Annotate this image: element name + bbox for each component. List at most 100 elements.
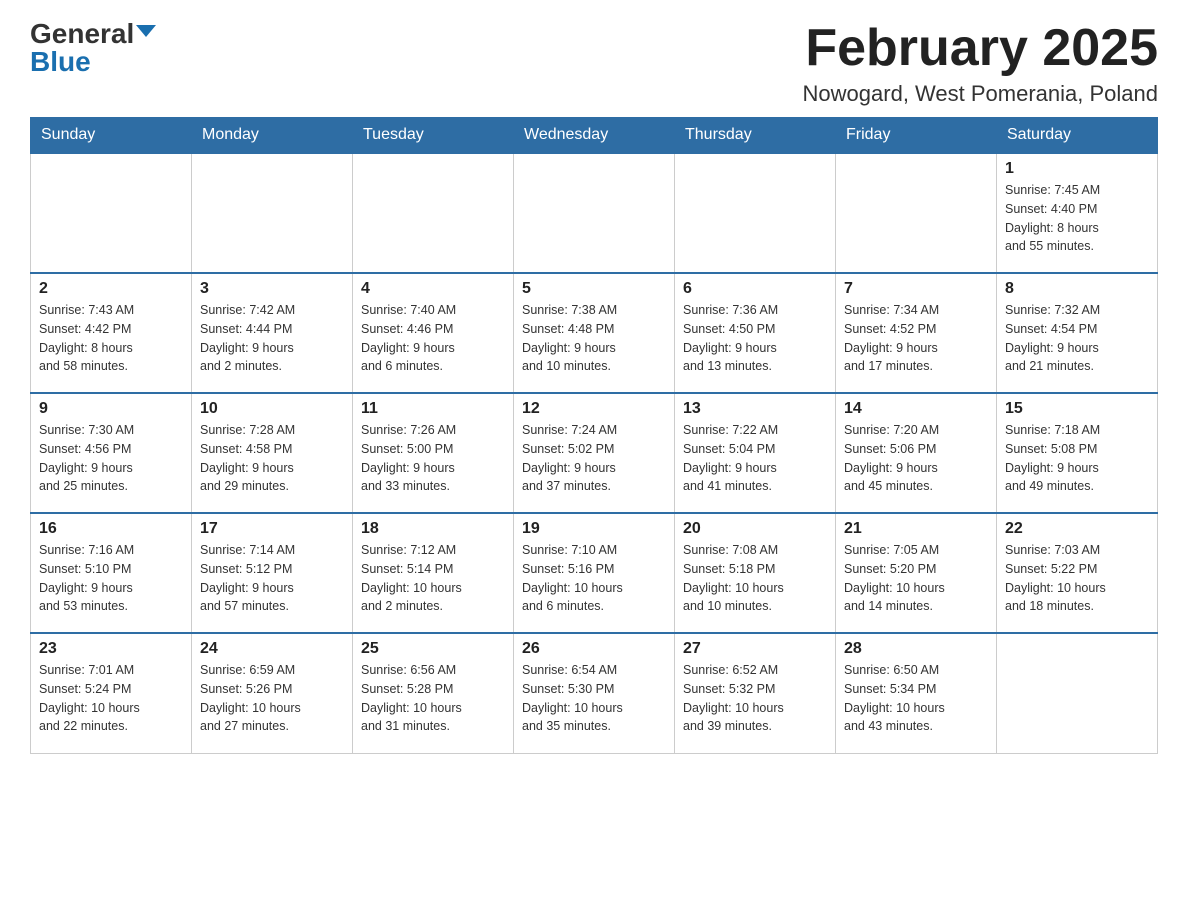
weekday-header-tuesday: Tuesday bbox=[353, 118, 514, 154]
day-number: 21 bbox=[844, 520, 988, 538]
weekday-header-friday: Friday bbox=[836, 118, 997, 154]
calendar-cell bbox=[514, 153, 675, 273]
calendar-cell: 25 Sunrise: 6:56 AMSunset: 5:28 PMDayligh… bbox=[353, 633, 514, 753]
day-info: Sunrise: 6:52 AMSunset: 5:32 PMDaylight:… bbox=[683, 661, 827, 736]
calendar-week-row: 23 Sunrise: 7:01 AMSunset: 5:24 PMDayligh… bbox=[31, 633, 1158, 753]
day-number: 3 bbox=[200, 280, 344, 298]
day-info: Sunrise: 7:10 AMSunset: 5:16 PMDaylight:… bbox=[522, 541, 666, 616]
day-info: Sunrise: 7:43 AMSunset: 4:42 PMDaylight:… bbox=[39, 301, 183, 376]
weekday-header-thursday: Thursday bbox=[675, 118, 836, 154]
calendar-cell: 1 Sunrise: 7:45 AMSunset: 4:40 PMDaylight… bbox=[997, 153, 1158, 273]
calendar-cell: 22 Sunrise: 7:03 AMSunset: 5:22 PMDayligh… bbox=[997, 513, 1158, 633]
calendar-cell bbox=[31, 153, 192, 273]
day-number: 28 bbox=[844, 640, 988, 658]
logo: General Blue bbox=[30, 20, 156, 76]
day-info: Sunrise: 6:59 AMSunset: 5:26 PMDaylight:… bbox=[200, 661, 344, 736]
calendar-cell: 9Sunrise: 7:30 AMSunset: 4:56 PMDaylight… bbox=[31, 393, 192, 513]
calendar-cell: 27 Sunrise: 6:52 AMSunset: 5:32 PMDayligh… bbox=[675, 633, 836, 753]
calendar-cell bbox=[997, 633, 1158, 753]
day-number: 2 bbox=[39, 280, 183, 298]
month-title: February 2025 bbox=[803, 20, 1158, 77]
day-info: Sunrise: 7:40 AMSunset: 4:46 PMDaylight:… bbox=[361, 301, 505, 376]
day-info: Sunrise: 7:16 AMSunset: 5:10 PMDaylight:… bbox=[39, 541, 183, 616]
day-info: Sunrise: 7:22 AMSunset: 5:04 PMDaylight:… bbox=[683, 421, 827, 496]
calendar-cell: 12 Sunrise: 7:24 AMSunset: 5:02 PMDayligh… bbox=[514, 393, 675, 513]
calendar-week-row: 1 Sunrise: 7:45 AMSunset: 4:40 PMDaylight… bbox=[31, 153, 1158, 273]
day-info: Sunrise: 7:20 AMSunset: 5:06 PMDaylight:… bbox=[844, 421, 988, 496]
weekday-header-sunday: Sunday bbox=[31, 118, 192, 154]
calendar-cell: 16 Sunrise: 7:16 AMSunset: 5:10 PMDayligh… bbox=[31, 513, 192, 633]
location-text: Nowogard, West Pomerania, Poland bbox=[803, 81, 1158, 107]
day-info: Sunrise: 7:36 AMSunset: 4:50 PMDaylight:… bbox=[683, 301, 827, 376]
day-number: 15 bbox=[1005, 400, 1149, 418]
day-info: Sunrise: 7:24 AMSunset: 5:02 PMDaylight:… bbox=[522, 421, 666, 496]
calendar-table: SundayMondayTuesdayWednesdayThursdayFrid… bbox=[30, 117, 1158, 754]
calendar-cell: 28 Sunrise: 6:50 AMSunset: 5:34 PMDayligh… bbox=[836, 633, 997, 753]
day-number: 5 bbox=[522, 280, 666, 298]
day-number: 22 bbox=[1005, 520, 1149, 538]
day-info: Sunrise: 7:12 AMSunset: 5:14 PMDaylight:… bbox=[361, 541, 505, 616]
calendar-cell: 21 Sunrise: 7:05 AMSunset: 5:20 PMDayligh… bbox=[836, 513, 997, 633]
day-info: Sunrise: 7:18 AMSunset: 5:08 PMDaylight:… bbox=[1005, 421, 1149, 496]
day-info: Sunrise: 7:05 AMSunset: 5:20 PMDaylight:… bbox=[844, 541, 988, 616]
day-number: 16 bbox=[39, 520, 183, 538]
logo-blue-text: Blue bbox=[30, 48, 91, 76]
calendar-cell: 7Sunrise: 7:34 AMSunset: 4:52 PMDaylight… bbox=[836, 273, 997, 393]
day-number: 26 bbox=[522, 640, 666, 658]
day-number: 1 bbox=[1005, 160, 1149, 178]
day-info: Sunrise: 7:28 AMSunset: 4:58 PMDaylight:… bbox=[200, 421, 344, 496]
calendar-body: 1 Sunrise: 7:45 AMSunset: 4:40 PMDaylight… bbox=[31, 153, 1158, 753]
day-number: 8 bbox=[1005, 280, 1149, 298]
day-number: 10 bbox=[200, 400, 344, 418]
calendar-cell: 24 Sunrise: 6:59 AMSunset: 5:26 PMDayligh… bbox=[192, 633, 353, 753]
calendar-cell: 4 Sunrise: 7:40 AMSunset: 4:46 PMDaylight… bbox=[353, 273, 514, 393]
day-info: Sunrise: 7:03 AMSunset: 5:22 PMDaylight:… bbox=[1005, 541, 1149, 616]
calendar-week-row: 9Sunrise: 7:30 AMSunset: 4:56 PMDaylight… bbox=[31, 393, 1158, 513]
weekday-header-wednesday: Wednesday bbox=[514, 118, 675, 154]
weekday-header-monday: Monday bbox=[192, 118, 353, 154]
calendar-cell: 11 Sunrise: 7:26 AMSunset: 5:00 PMDayligh… bbox=[353, 393, 514, 513]
title-block: February 2025 Nowogard, West Pomerania, … bbox=[803, 20, 1158, 107]
logo-arrow-icon bbox=[136, 25, 156, 37]
day-info: Sunrise: 6:56 AMSunset: 5:28 PMDaylight:… bbox=[361, 661, 505, 736]
calendar-cell: 17Sunrise: 7:14 AMSunset: 5:12 PMDayligh… bbox=[192, 513, 353, 633]
day-info: Sunrise: 7:32 AMSunset: 4:54 PMDaylight:… bbox=[1005, 301, 1149, 376]
calendar-cell: 3 Sunrise: 7:42 AMSunset: 4:44 PMDaylight… bbox=[192, 273, 353, 393]
day-number: 14 bbox=[844, 400, 988, 418]
day-info: Sunrise: 7:38 AMSunset: 4:48 PMDaylight:… bbox=[522, 301, 666, 376]
day-number: 23 bbox=[39, 640, 183, 658]
day-info: Sunrise: 7:42 AMSunset: 4:44 PMDaylight:… bbox=[200, 301, 344, 376]
day-number: 9 bbox=[39, 400, 183, 418]
day-number: 17 bbox=[200, 520, 344, 538]
calendar-cell: 19Sunrise: 7:10 AMSunset: 5:16 PMDayligh… bbox=[514, 513, 675, 633]
calendar-cell bbox=[192, 153, 353, 273]
calendar-week-row: 2 Sunrise: 7:43 AMSunset: 4:42 PMDaylight… bbox=[31, 273, 1158, 393]
day-number: 20 bbox=[683, 520, 827, 538]
calendar-cell bbox=[353, 153, 514, 273]
calendar-week-row: 16 Sunrise: 7:16 AMSunset: 5:10 PMDayligh… bbox=[31, 513, 1158, 633]
day-number: 25 bbox=[361, 640, 505, 658]
calendar-cell: 8 Sunrise: 7:32 AMSunset: 4:54 PMDaylight… bbox=[997, 273, 1158, 393]
weekday-header-saturday: Saturday bbox=[997, 118, 1158, 154]
day-info: Sunrise: 6:50 AMSunset: 5:34 PMDaylight:… bbox=[844, 661, 988, 736]
calendar-cell: 2 Sunrise: 7:43 AMSunset: 4:42 PMDaylight… bbox=[31, 273, 192, 393]
day-number: 11 bbox=[361, 400, 505, 418]
day-info: Sunrise: 7:01 AMSunset: 5:24 PMDaylight:… bbox=[39, 661, 183, 736]
calendar-cell: 10 Sunrise: 7:28 AMSunset: 4:58 PMDayligh… bbox=[192, 393, 353, 513]
day-info: Sunrise: 7:08 AMSunset: 5:18 PMDaylight:… bbox=[683, 541, 827, 616]
day-number: 6 bbox=[683, 280, 827, 298]
day-number: 24 bbox=[200, 640, 344, 658]
weekday-header-row: SundayMondayTuesdayWednesdayThursdayFrid… bbox=[31, 118, 1158, 154]
day-number: 4 bbox=[361, 280, 505, 298]
logo-general-text: General bbox=[30, 20, 134, 48]
day-number: 13 bbox=[683, 400, 827, 418]
day-info: Sunrise: 7:45 AMSunset: 4:40 PMDaylight:… bbox=[1005, 181, 1149, 256]
calendar-cell: 18Sunrise: 7:12 AMSunset: 5:14 PMDayligh… bbox=[353, 513, 514, 633]
day-info: Sunrise: 7:26 AMSunset: 5:00 PMDaylight:… bbox=[361, 421, 505, 496]
day-number: 12 bbox=[522, 400, 666, 418]
day-info: Sunrise: 7:34 AMSunset: 4:52 PMDaylight:… bbox=[844, 301, 988, 376]
calendar-cell: 13 Sunrise: 7:22 AMSunset: 5:04 PMDayligh… bbox=[675, 393, 836, 513]
calendar-cell: 14 Sunrise: 7:20 AMSunset: 5:06 PMDayligh… bbox=[836, 393, 997, 513]
page-header: General Blue February 2025 Nowogard, Wes… bbox=[30, 20, 1158, 107]
day-number: 27 bbox=[683, 640, 827, 658]
